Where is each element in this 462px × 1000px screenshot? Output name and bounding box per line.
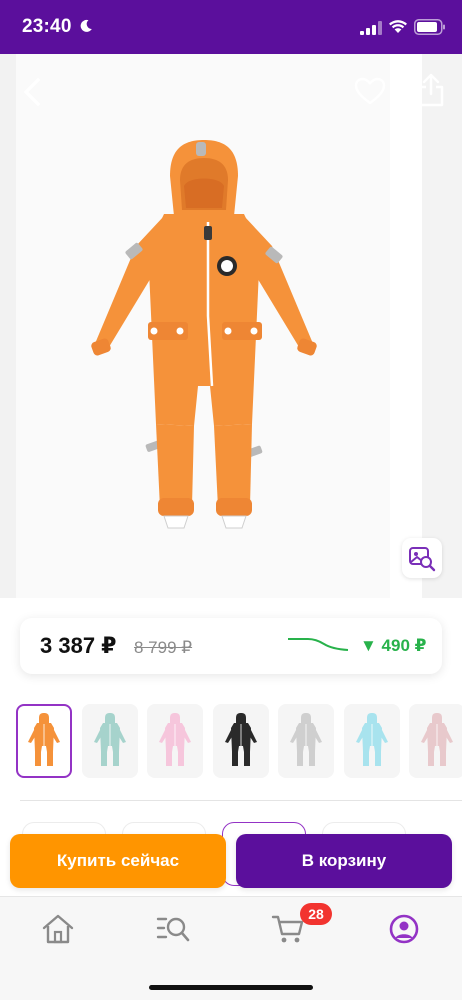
signal-icon xyxy=(360,21,382,35)
profile-icon[interactable] xyxy=(386,913,422,945)
color-variant[interactable] xyxy=(213,704,269,778)
battery-icon xyxy=(414,19,445,35)
divider xyxy=(20,800,462,801)
color-variant[interactable] xyxy=(278,704,334,778)
color-variant-image xyxy=(290,713,322,766)
visual-search-icon xyxy=(409,547,436,572)
cart-count-badge: 28 xyxy=(300,903,332,925)
price-card[interactable]: 3 387 ₽ 8 799 ₽ ▼ 490 ₽ xyxy=(20,618,442,674)
color-variant[interactable] xyxy=(344,704,400,778)
color-variant[interactable] xyxy=(409,704,462,778)
current-price: 3 387 ₽ xyxy=(40,633,117,658)
product-image[interactable] xyxy=(84,136,324,536)
bottom-nav: 28 xyxy=(0,896,462,1000)
visual-search-button[interactable] xyxy=(402,538,442,578)
wifi-icon xyxy=(389,20,407,33)
back-arrow-icon[interactable] xyxy=(18,76,46,108)
product-gallery[interactable] xyxy=(0,54,462,598)
status-time: 23:40 xyxy=(22,16,72,37)
gallery-slide-edge xyxy=(390,54,422,598)
catalog-search-icon[interactable] xyxy=(155,913,191,945)
color-variant-image xyxy=(159,713,191,766)
color-variant-selected[interactable] xyxy=(16,704,72,778)
color-variant-image xyxy=(225,713,257,766)
add-to-cart-button[interactable]: В корзину xyxy=(236,834,452,888)
heart-icon[interactable] xyxy=(354,76,386,106)
color-variant-image xyxy=(28,713,60,766)
color-variant[interactable] xyxy=(82,704,138,778)
price-drop: ▼ 490 ₽ xyxy=(360,636,427,655)
moon-icon xyxy=(80,19,92,32)
color-variant-image xyxy=(94,713,126,766)
color-variant-image xyxy=(421,713,453,766)
buy-now-button[interactable]: Купить сейчас xyxy=(10,834,226,888)
share-icon[interactable] xyxy=(416,72,446,108)
home-icon[interactable] xyxy=(40,913,76,945)
old-price: 8 799 ₽ xyxy=(134,638,193,657)
color-variant[interactable] xyxy=(147,704,203,778)
color-variants xyxy=(16,704,462,780)
price-history-sparkline xyxy=(288,638,349,651)
gallery-next-slide xyxy=(422,54,462,598)
home-indicator xyxy=(149,985,313,990)
color-variant-image xyxy=(356,713,388,766)
status-bar: 23:40 xyxy=(0,0,462,54)
